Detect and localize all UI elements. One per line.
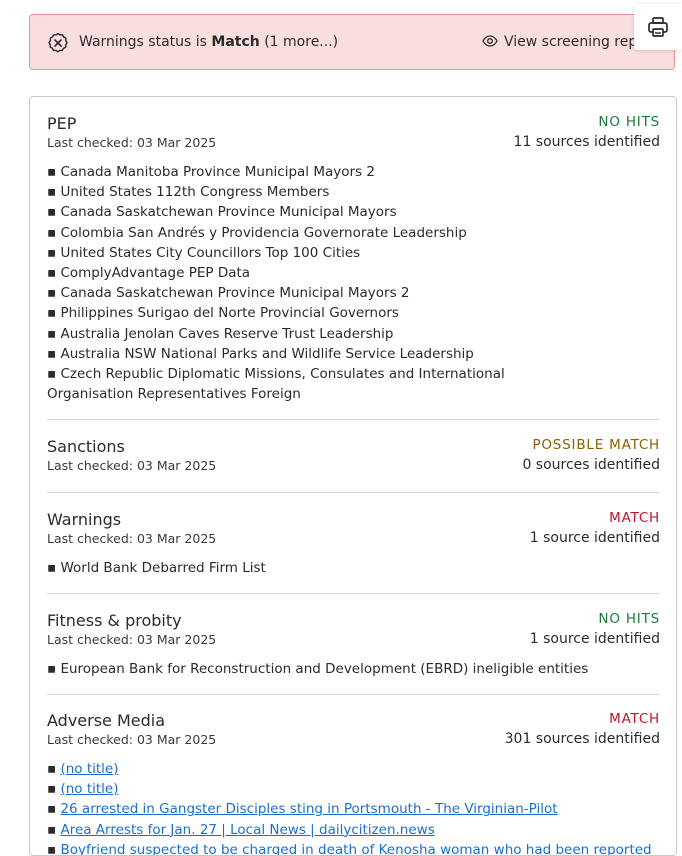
status-badge: MATCH — [609, 510, 660, 526]
list-item: United States City Councillors Top 100 C… — [47, 243, 592, 263]
banner-status: Match — [211, 34, 260, 50]
sources-count: 301 sources identified — [504, 731, 660, 747]
list-item: Canada Saskatchewan Province Municipal M… — [47, 202, 592, 222]
source-list: European Bank for Reconstruction and Dev… — [47, 659, 647, 679]
status-badge: NO HITS — [598, 114, 660, 130]
status-badge: MATCH — [609, 711, 660, 727]
article-link[interactable]: (no title) — [60, 761, 118, 777]
status-badge: NO HITS — [598, 611, 660, 627]
sources-count: 1 source identified — [529, 530, 660, 546]
view-screening-report-link[interactable]: View screening rep — [482, 34, 637, 50]
last-checked: Last checked: 03 Mar 2025 — [47, 458, 217, 473]
source-list: World Bank Debarred Firm List — [47, 558, 607, 578]
list-item: Czech Republic Diplomatic Missions, Cons… — [47, 364, 592, 404]
section-pep: PEP Last checked: 03 Mar 2025 NO HITS 11… — [47, 114, 660, 404]
article-list: (no title) (no title) 26 arrested in Gan… — [47, 759, 660, 855]
banner-prefix: Warnings status is — [79, 34, 207, 50]
section-divider — [47, 593, 660, 594]
banner-message: Warnings status is Match (1 more...) — [79, 34, 338, 50]
last-checked: Last checked: 03 Mar 2025 — [47, 531, 217, 546]
list-item: ComplyAdvantage PEP Data — [47, 263, 592, 283]
section-adverse-media: Adverse Media Last checked: 03 Mar 2025 … — [47, 711, 660, 855]
circle-x-icon — [48, 33, 68, 53]
list-item: Australia NSW National Parks and Wildlif… — [47, 344, 592, 364]
article-link[interactable]: 26 arrested in Gangster Disciples sting … — [60, 801, 557, 817]
list-item: (no title) — [47, 779, 660, 799]
section-divider — [47, 694, 660, 695]
view-report-label: View screening rep — [504, 34, 638, 50]
section-title: Fitness & probity — [47, 611, 182, 630]
list-item: Area Arrests for Jan. 27 | Local News | … — [47, 820, 660, 840]
section-warnings: Warnings Last checked: 03 Mar 2025 MATCH… — [47, 510, 660, 580]
article-link[interactable]: Area Arrests for Jan. 27 | Local News | … — [60, 822, 434, 838]
list-item: Boyfriend suspected to be charged in dea… — [47, 840, 660, 855]
section-fitness-probity: Fitness & probity Last checked: 03 Mar 2… — [47, 611, 660, 681]
section-title: Sanctions — [47, 437, 125, 456]
screening-results-card: PEP Last checked: 03 Mar 2025 NO HITS 11… — [29, 96, 677, 856]
list-item: Canada Saskatchewan Province Municipal M… — [47, 283, 592, 303]
section-title: Warnings — [47, 510, 122, 529]
section-title: Adverse Media — [47, 711, 166, 730]
last-checked: Last checked: 03 Mar 2025 — [47, 732, 217, 747]
list-item: European Bank for Reconstruction and Dev… — [47, 659, 647, 679]
list-item: United States 112th Congress Members — [47, 182, 592, 202]
list-item: World Bank Debarred Firm List — [47, 558, 607, 578]
list-item: (no title) — [47, 759, 660, 779]
eye-icon — [482, 35, 498, 47]
last-checked: Last checked: 03 Mar 2025 — [47, 632, 217, 647]
printer-icon — [648, 17, 668, 37]
list-item: Canada Manitoba Province Municipal Mayor… — [47, 162, 592, 182]
list-item: 26 arrested in Gangster Disciples sting … — [47, 799, 660, 819]
sources-count: 11 sources identified — [513, 134, 660, 150]
list-item: Colombia San Andrés y Providencia Govern… — [47, 223, 592, 243]
sources-count: 0 sources identified — [522, 457, 660, 473]
section-divider — [47, 492, 660, 493]
warnings-status-banner: Warnings status is Match (1 more...) Vie… — [29, 14, 675, 70]
section-divider — [47, 419, 660, 420]
sources-count: 1 source identified — [529, 631, 660, 647]
section-title: PEP — [47, 114, 77, 133]
article-link[interactable]: (no title) — [60, 781, 118, 797]
list-item: Philippines Surigao del Norte Provincial… — [47, 303, 592, 323]
print-button[interactable] — [634, 4, 682, 50]
banner-more-link[interactable]: (1 more...) — [264, 34, 338, 50]
source-list: Canada Manitoba Province Municipal Mayor… — [47, 162, 592, 404]
section-sanctions: Sanctions Last checked: 03 Mar 2025 POSS… — [47, 437, 660, 477]
last-checked: Last checked: 03 Mar 2025 — [47, 135, 217, 150]
article-link[interactable]: Boyfriend suspected to be charged in dea… — [60, 842, 651, 855]
status-badge: POSSIBLE MATCH — [532, 437, 660, 453]
list-item: Australia Jenolan Caves Reserve Trust Le… — [47, 324, 592, 344]
